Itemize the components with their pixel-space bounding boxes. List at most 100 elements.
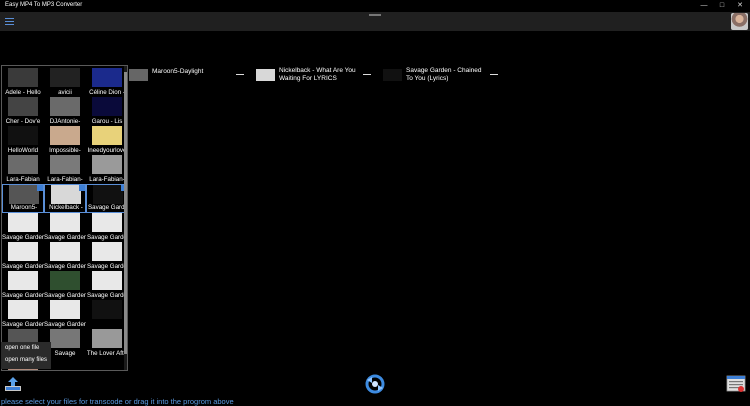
thumbnail-item[interactable]: Lara-Fabian- [86, 155, 127, 184]
thumbnail-image [92, 97, 122, 116]
thumbnail-item[interactable]: Savage Garde [86, 271, 127, 300]
thumbnail-image [92, 213, 122, 232]
thumbnail-caption: Savage Garden [44, 234, 86, 241]
thumbnail-image [92, 300, 122, 319]
thumbnail-caption: Cher - Dov'e [5, 118, 41, 125]
thumbnail-caption: Impossible- [49, 147, 81, 154]
thumbnail-item[interactable]: Savage Garden [44, 300, 86, 329]
thumbnail-image [8, 300, 38, 319]
thumbnail-image [92, 329, 122, 348]
thumbnail-item[interactable]: Savage Garde [86, 242, 127, 271]
file-thumbnail [383, 69, 402, 81]
thumbnail-image [50, 242, 80, 261]
thumbnail-caption: Adele - Hello [5, 89, 41, 96]
user-avatar[interactable] [731, 13, 748, 30]
thumbnail-caption: Savage Garden [44, 292, 86, 299]
thumbnail-image [50, 155, 80, 174]
thumbnail-caption: Céline Dion - [89, 89, 125, 96]
checkmark-icon[interactable] [37, 185, 43, 191]
remove-file-icon[interactable] [363, 74, 371, 75]
app-bar [0, 12, 750, 31]
remove-file-icon[interactable] [490, 74, 498, 75]
thumbnail-image [51, 185, 81, 204]
close-button[interactable]: ✕ [732, 1, 748, 10]
thumbnail-item[interactable]: Lara-Fabian- [44, 155, 86, 184]
thumbnail-item[interactable]: Savage Garde [86, 213, 127, 242]
thumbnail-image [8, 68, 38, 87]
file-name: Nickelback - What Are You Waiting For LY… [279, 67, 356, 82]
thumbnail-image [92, 126, 122, 145]
thumbnail-item[interactable]: Ineedyourlove [86, 126, 127, 155]
thumbnail-panel: Adele - Hello avicii Céline Dion - Cher - D… [1, 65, 128, 371]
thumbnail-item[interactable]: Cher - Dov'e [2, 97, 44, 126]
drag-handle[interactable] [369, 14, 381, 16]
thumbnail-caption: Savage Garden [2, 263, 44, 270]
thumbnail-item[interactable]: Savage Garden [2, 300, 44, 329]
thumbnail-item[interactable]: Savage Garden [2, 213, 44, 242]
thumbnail-caption: Savage Garde [87, 263, 127, 270]
thumbnail-caption: Savage Garden [2, 321, 44, 328]
panel-scrollbar[interactable] [124, 66, 127, 370]
thumbnail-item[interactable]: DJAntonie- [44, 97, 86, 126]
thumbnail-image [92, 271, 122, 290]
thumbnail-item[interactable]: Savage Garden [44, 213, 86, 242]
minimize-button[interactable]: — [696, 1, 712, 10]
thumbnail-item[interactable]: avicii [44, 68, 86, 97]
thumbnail-item[interactable]: Savage Garden [44, 271, 86, 300]
thumbnail-caption: The Lover Afte [86, 350, 128, 357]
window-title: Easy MP4 To MP3 Converter [5, 2, 83, 8]
thumbnail-caption: Nickelback - [49, 204, 83, 211]
convert-icon[interactable] [365, 374, 385, 394]
thumbnail-item[interactable]: Impossible- [44, 126, 86, 155]
file-thumbnail [129, 69, 148, 81]
open-one-file-item[interactable]: open one file [1, 342, 51, 354]
thumbnail-caption: Savage Garde [88, 204, 128, 211]
thumbnail-image [50, 126, 80, 145]
open-many-files-item[interactable]: open many files [1, 354, 51, 366]
thumbnail-caption: Garou - Lis [91, 118, 123, 125]
thumbnail-item[interactable]: HelloWorld [2, 126, 44, 155]
file-thumbnail [256, 69, 275, 81]
thumbnail-caption: Savage Garden [44, 321, 86, 328]
thumbnail-caption: Savage Garden [44, 263, 86, 270]
thumbnail-caption: Savage Garden [2, 234, 44, 241]
thumbnail-item[interactable]: Savage Garden [44, 242, 86, 271]
thumbnail-item[interactable]: Garou - Lis [86, 97, 127, 126]
thumbnail-item[interactable]: The Lover Afte [86, 329, 128, 358]
thumbnail-image [8, 271, 38, 290]
file-list-icon[interactable] [726, 375, 746, 393]
thumbnail-image [8, 242, 38, 261]
thumbnail-image [9, 185, 39, 204]
file-item-0[interactable]: Maroon5-Daylight [129, 67, 244, 83]
thumbnail-item[interactable]: Maroon5- [2, 184, 44, 213]
file-item-2[interactable]: Savage Garden - Chained To You (Lyrics) [383, 67, 503, 83]
thumbnail-image [50, 300, 80, 319]
thumbnail-item[interactable]: Savage Garden [2, 242, 44, 271]
maximize-button[interactable]: □ [714, 1, 730, 10]
thumbnail-item[interactable]: Adele - Hello [2, 68, 44, 97]
title-bar: Easy MP4 To MP3 Converter — □ ✕ [0, 0, 750, 12]
hamburger-menu-icon[interactable] [5, 16, 14, 26]
upload-icon[interactable] [4, 376, 22, 392]
thumbnail-caption: Lara-Fabian [6, 176, 40, 183]
thumbnail-item[interactable]: Céline Dion - [86, 68, 127, 97]
checkmark-icon[interactable] [79, 185, 85, 191]
thumbnail-image [50, 213, 80, 232]
thumbnail-caption: Savage Garde [87, 292, 127, 299]
thumbnail-image [8, 97, 38, 116]
scrollbar-thumb[interactable] [124, 72, 127, 354]
thumbnail-caption: DJAntonie- [49, 118, 81, 125]
thumbnail-item[interactable]: Savage Garden [2, 271, 44, 300]
thumbnail-item[interactable]: Lara-Fabian [2, 155, 44, 184]
thumbnail-image [93, 185, 123, 204]
thumbnail-image [8, 213, 38, 232]
thumbnail-caption: Lara-Fabian- [47, 176, 83, 183]
thumbnail-item[interactable]: Nickelback - [44, 184, 86, 213]
file-item-1[interactable]: Nickelback - What Are You Waiting For LY… [256, 67, 376, 83]
thumbnail-item[interactable] [86, 300, 127, 329]
open-file-menu: open one file open many files [1, 342, 51, 369]
thumbnail-image [50, 271, 80, 290]
remove-file-icon[interactable] [236, 74, 244, 75]
thumbnail-caption: HelloWorld [7, 147, 39, 154]
thumbnail-item[interactable]: Savage Garde [86, 184, 128, 213]
